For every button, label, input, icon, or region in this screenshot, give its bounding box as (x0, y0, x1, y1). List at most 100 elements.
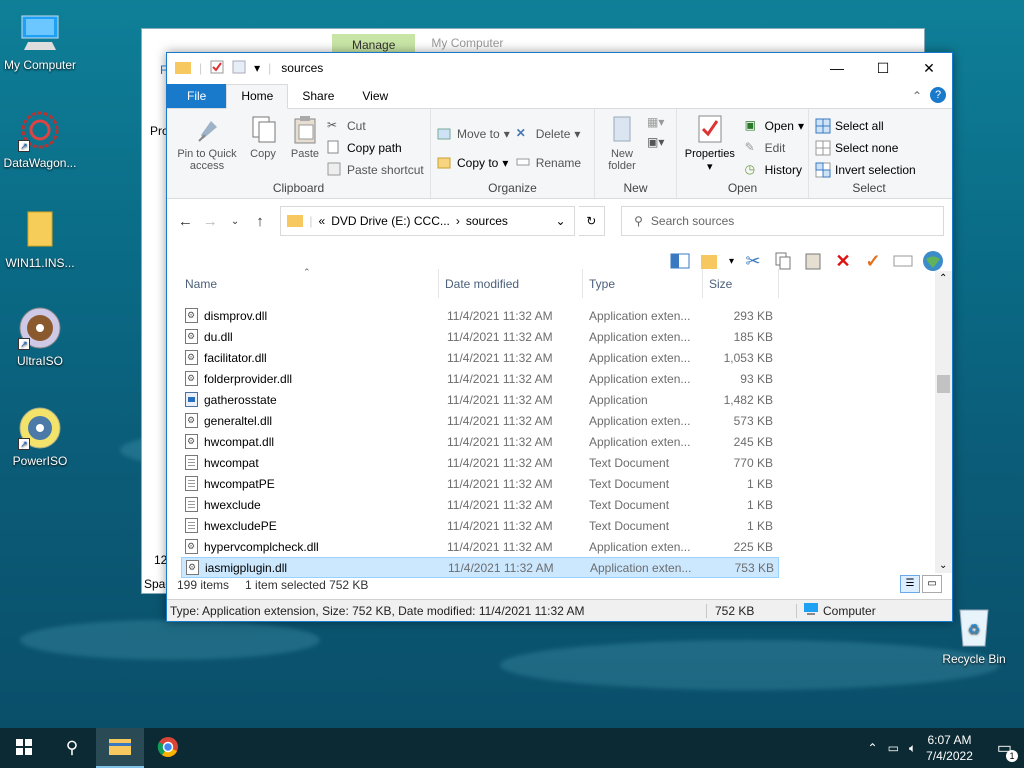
copy-button[interactable]: Copy (243, 113, 283, 181)
scroll-up-icon[interactable]: ⌃ (939, 273, 947, 284)
properties-icon[interactable] (210, 60, 224, 77)
file-date: 11/4/2021 11:32 AM (447, 455, 553, 470)
file-row[interactable]: du.dll 11/4/2021 11:32 AM Application exte… (167, 326, 937, 347)
copy-path-button[interactable]: Copy path (327, 137, 424, 159)
tab-file[interactable]: File (167, 84, 227, 108)
open-button[interactable]: ▣ Open ▾ (745, 115, 804, 137)
file-row[interactable]: hwcompat.dll 11/4/2021 11:32 AM Applicatio… (167, 431, 937, 452)
easy-access-icon[interactable]: ▣▾ (647, 135, 664, 149)
edit-button[interactable]: ✎ Edit (745, 137, 804, 159)
notifications-button[interactable]: ▭ 1 (997, 738, 1018, 762)
chevron-down-icon[interactable]: ▾ (254, 61, 260, 75)
copy-to-button[interactable]: Copy to ▾ (437, 152, 510, 174)
search-button[interactable]: ⚲ (48, 728, 96, 768)
column-date[interactable]: Date modified (439, 269, 583, 298)
refresh-button[interactable]: ↻ (578, 206, 606, 236)
details-view-icon[interactable]: ☰ (900, 575, 920, 593)
tab-view[interactable]: View (348, 85, 402, 108)
search-input[interactable]: ⚲ Search sources (621, 206, 944, 236)
large-icons-view-icon[interactable]: ▭ (922, 575, 942, 593)
file-name: iasmigplugin.dll (205, 560, 288, 575)
minimize-button[interactable]: — (814, 53, 860, 83)
file-row[interactable]: facilitator.dll 11/4/2021 11:32 AM Applica… (167, 347, 937, 368)
address-bar[interactable]: | « DVD Drive (E:) CCC... › sources ⌄ (280, 206, 575, 236)
vertical-scrollbar[interactable]: ⌃ ⌄ (935, 271, 952, 573)
volume-icon[interactable]: 🔈︎ (909, 741, 916, 756)
file-explorer-icon (109, 737, 131, 758)
new-folder-icon (606, 113, 638, 145)
history-button[interactable]: ◷ History (745, 159, 804, 181)
chevron-down-icon[interactable]: ⌄ (555, 214, 565, 228)
file-row[interactable]: gatherosstate 11/4/2021 11:32 AM Applicati… (167, 389, 937, 410)
delete-button[interactable]: ✕ Delete ▾ (516, 123, 581, 145)
scroll-down-icon[interactable]: ⌄ (939, 560, 947, 571)
invert-selection-button[interactable]: Invert selection (815, 159, 925, 181)
select-none-button[interactable]: Select none (815, 137, 925, 159)
scrollbar-thumb[interactable] (937, 375, 950, 393)
desktop-icon-win11[interactable]: WIN11.INS... (0, 208, 80, 270)
file-size: 1,482 KB (723, 392, 773, 407)
explorer-window[interactable]: | ▾ | sources — ☐ ✕ File Home Share View… (166, 52, 953, 622)
pin-quick-access-button[interactable]: Pin to Quick access (171, 113, 243, 181)
move-to-button[interactable]: Move to ▾ (437, 123, 510, 145)
file-size: 225 KB (733, 539, 773, 554)
new-item-icon[interactable]: ▦▾ (647, 115, 664, 129)
new-folder-button[interactable]: New folder (599, 113, 645, 172)
breadcrumb-overflow[interactable]: « (319, 214, 326, 228)
breadcrumb-drive[interactable]: DVD Drive (E:) CCC... (331, 214, 450, 228)
file-row[interactable]: hwexclude 11/4/2021 11:32 AM Text Document… (167, 494, 937, 515)
desktop-icon-datawagon[interactable]: ↗ DataWagon... (0, 108, 80, 170)
rename-button[interactable]: Rename (516, 152, 581, 174)
new-folder-icon[interactable] (232, 60, 246, 77)
paste-shortcut-button[interactable]: Paste shortcut (327, 159, 424, 181)
properties-button[interactable]: Properties ▾ (681, 113, 739, 181)
select-all-button[interactable]: Select all (815, 115, 925, 137)
file-row[interactable]: generaltel.dll 11/4/2021 11:32 AM Applicat… (167, 410, 937, 431)
paste-button[interactable]: Paste (283, 113, 327, 181)
svg-text:♻: ♻ (968, 621, 981, 637)
collapse-ribbon-icon[interactable]: ⌃ (912, 89, 922, 103)
file-row[interactable]: dismprov.dll 11/4/2021 11:32 AM Applicatio… (167, 305, 937, 326)
chevron-down-icon[interactable]: ▾ (729, 256, 734, 267)
move-to-icon (437, 126, 453, 142)
clock[interactable]: 6:07 AM 7/4/2022 (926, 732, 973, 764)
network-icon[interactable]: ▭ (888, 741, 899, 755)
pin-icon (191, 113, 223, 145)
help-icon[interactable]: ? (930, 87, 946, 103)
recent-locations-button[interactable]: ⌄ (225, 216, 246, 227)
taskbar-chrome[interactable] (144, 728, 192, 768)
cut-button[interactable]: ✂ Cut (327, 115, 424, 137)
column-type[interactable]: Type (583, 269, 703, 298)
file-row[interactable]: folderprovider.dll 11/4/2021 11:32 AM Appl… (167, 368, 937, 389)
file-row[interactable]: hwexcludePE 11/4/2021 11:32 AM Text Docume… (167, 515, 937, 536)
group-label: New (623, 181, 648, 195)
file-row[interactable]: hwcompatPE 11/4/2021 11:32 AM Text Documen… (167, 473, 937, 494)
computer-icon (803, 602, 819, 619)
tab-home[interactable]: Home (226, 84, 289, 109)
text-file-icon (185, 476, 198, 491)
ribbon: Pin to Quick access Copy Paste ✂ Cut Copy… (167, 109, 952, 199)
desktop-icon-ultraiso[interactable]: ↗ UltraISO (0, 306, 80, 368)
taskbar-file-explorer[interactable] (96, 728, 144, 768)
forward-button[interactable]: → (200, 213, 221, 230)
file-list[interactable]: Name ⌃ Date modified Type Size dismprov.… (167, 267, 937, 578)
file-row[interactable]: iasmigplugin.dll 11/4/2021 11:32 AM Applic… (181, 557, 779, 578)
breadcrumb-separator[interactable]: › (456, 214, 460, 228)
column-size[interactable]: Size (703, 269, 779, 298)
file-name: du.dll (204, 329, 233, 344)
start-button[interactable] (0, 728, 48, 768)
close-button[interactable]: ✕ (906, 53, 952, 83)
up-button[interactable]: ↑ (250, 213, 271, 230)
desktop-icon-poweriso[interactable]: ↗ PowerISO (0, 406, 80, 468)
show-hidden-icons-icon[interactable]: ⌃ (868, 741, 878, 755)
file-name: hypervcomplcheck.dll (204, 539, 319, 554)
file-row[interactable]: hypervcomplcheck.dll 11/4/2021 11:32 AM Ap… (167, 536, 937, 557)
maximize-button[interactable]: ☐ (860, 53, 906, 83)
desktop-icon-my-computer[interactable]: My Computer (0, 10, 80, 72)
search-icon: ⚲ (65, 738, 79, 757)
column-name[interactable]: Name ⌃ (167, 267, 439, 298)
breadcrumb-folder[interactable]: sources (466, 214, 508, 228)
tab-share[interactable]: Share (288, 85, 348, 108)
back-button[interactable]: ← (175, 213, 196, 230)
file-row[interactable]: hwcompat 11/4/2021 11:32 AM Text Document 7… (167, 452, 937, 473)
